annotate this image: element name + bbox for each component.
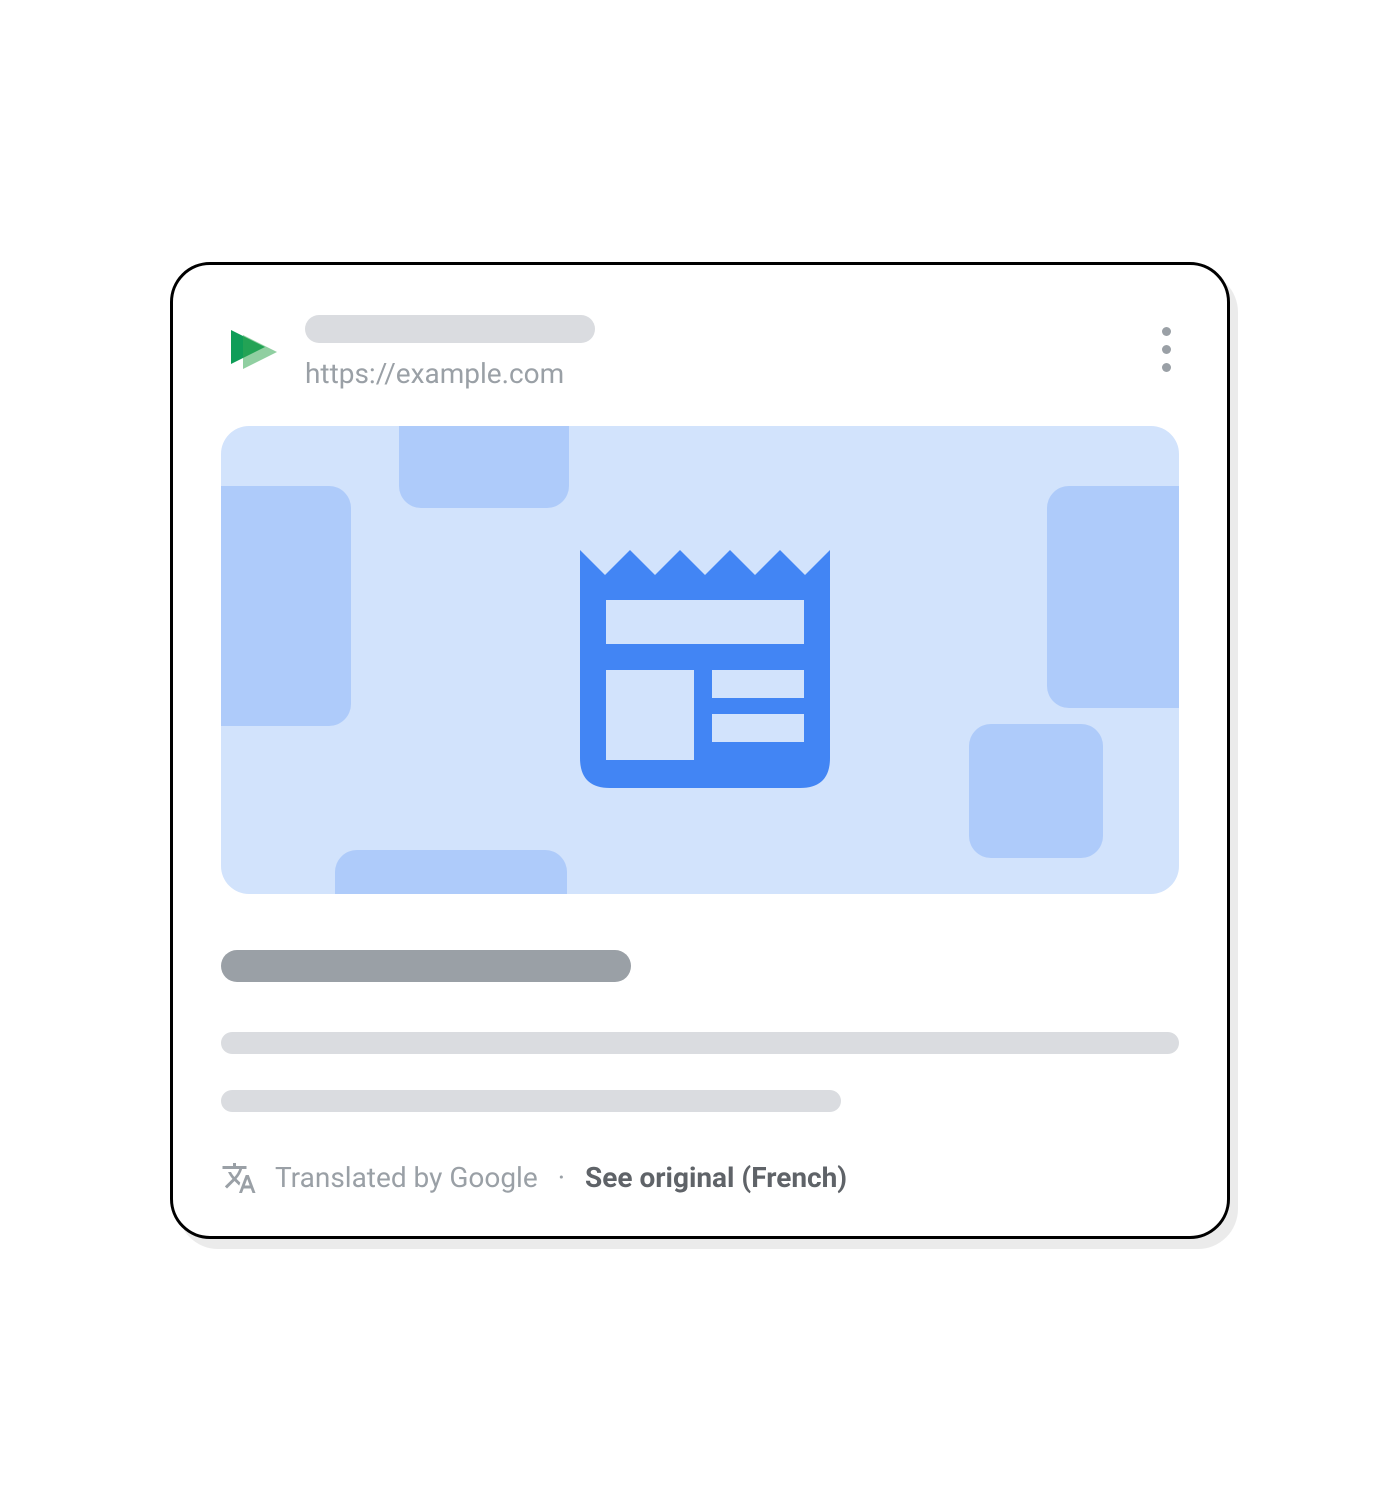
news-article-icon [550,510,850,810]
translated-by-label: Translated by Google [275,1161,538,1194]
header-text-block: https://example.com [305,313,1130,390]
decorative-shape [1047,486,1179,708]
decorative-shape [221,486,351,726]
see-original-link[interactable]: See original (French) [585,1161,847,1194]
search-result-card: https://example.com [170,262,1230,1239]
site-title-placeholder [305,315,595,343]
site-favicon-icon [221,317,281,377]
hero-image [221,426,1179,894]
translation-footer: Translated by Google · See original (Fre… [221,1160,1179,1196]
result-snippet-line [221,1032,1179,1054]
more-options-button[interactable] [1154,319,1179,380]
translate-icon [221,1160,257,1196]
decorative-shape [335,850,567,894]
decorative-shape [399,426,569,508]
decorative-shape [969,724,1103,858]
result-snippet-line [221,1090,841,1112]
site-url[interactable]: https://example.com [305,357,1130,390]
card-header: https://example.com [221,313,1179,390]
separator: · [558,1161,565,1194]
result-title-placeholder [221,950,631,982]
